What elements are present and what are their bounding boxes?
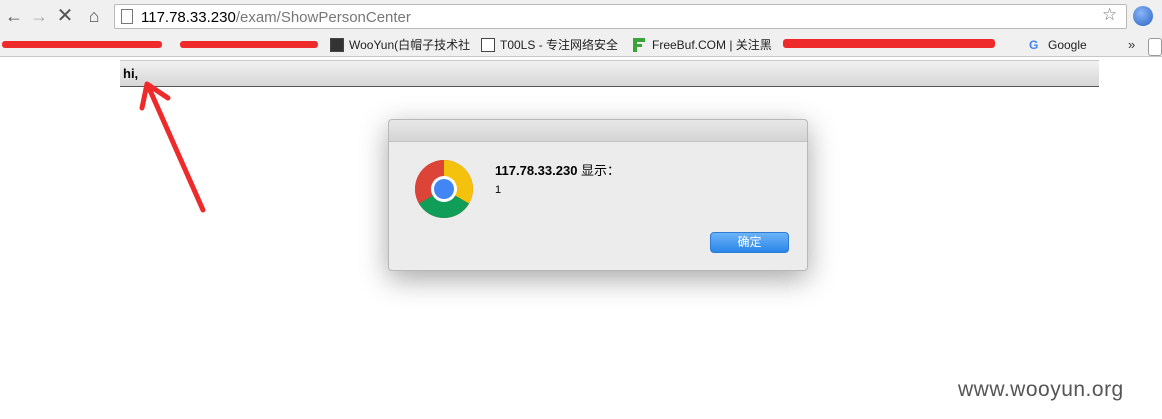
bookmark-t00ls[interactable]: T00LS - 专注网络安全 bbox=[481, 37, 618, 53]
bookmark-star-icon[interactable]: ☆ bbox=[1102, 6, 1117, 24]
google-icon: G bbox=[1029, 38, 1039, 52]
stop-loading-icon[interactable]: ✕ bbox=[55, 6, 75, 26]
redaction-mark bbox=[180, 41, 318, 48]
dialog-message: 1 bbox=[495, 184, 502, 196]
wooyun-icon bbox=[330, 38, 344, 52]
watermark: www.wooyun.org bbox=[958, 378, 1124, 401]
bookmarks-bar: WooYun(白帽子技术社 T00LS - 专注网络安全 FreeBuf.COM… bbox=[0, 33, 1162, 57]
ok-button[interactable]: 确定 bbox=[710, 232, 789, 253]
t00ls-icon bbox=[481, 38, 495, 52]
page-icon bbox=[121, 9, 133, 24]
freebuf-icon bbox=[633, 38, 647, 52]
url-text: 117.78.33.230/exam/ShowPersonCenter bbox=[141, 9, 411, 26]
dialog-titlebar bbox=[389, 120, 807, 142]
greeting-text: hi, bbox=[123, 66, 139, 81]
chrome-logo-icon bbox=[415, 160, 473, 218]
bookmark-google[interactable]: G Google bbox=[1029, 37, 1087, 53]
redaction-mark bbox=[2, 41, 162, 48]
more-bookmarks-icon[interactable]: » bbox=[1128, 37, 1135, 52]
greeting-bar: hi, bbox=[120, 60, 1099, 87]
bookmarks-overflow-knob[interactable] bbox=[1148, 38, 1162, 56]
browser-toolbar: ← → ✕ ⌂ 117.78.33.230/exam/ShowPersonCen… bbox=[0, 0, 1162, 33]
home-icon[interactable]: ⌂ bbox=[84, 6, 104, 26]
bookmark-freebuf[interactable]: FreeBuf.COM | 关注黑 bbox=[633, 37, 772, 53]
address-bar[interactable]: 117.78.33.230/exam/ShowPersonCenter bbox=[114, 4, 1127, 29]
redaction-mark bbox=[783, 39, 995, 48]
forward-arrow-icon[interactable]: → bbox=[29, 6, 49, 26]
alert-dialog: 117.78.33.230 显示： 1 确定 bbox=[388, 119, 808, 271]
bookmark-wooyun[interactable]: WooYun(白帽子技术社 bbox=[330, 37, 470, 53]
globe-extension-icon[interactable] bbox=[1133, 6, 1153, 26]
back-arrow-icon[interactable]: ← bbox=[4, 6, 24, 26]
dialog-heading: 117.78.33.230 显示： bbox=[495, 163, 621, 178]
